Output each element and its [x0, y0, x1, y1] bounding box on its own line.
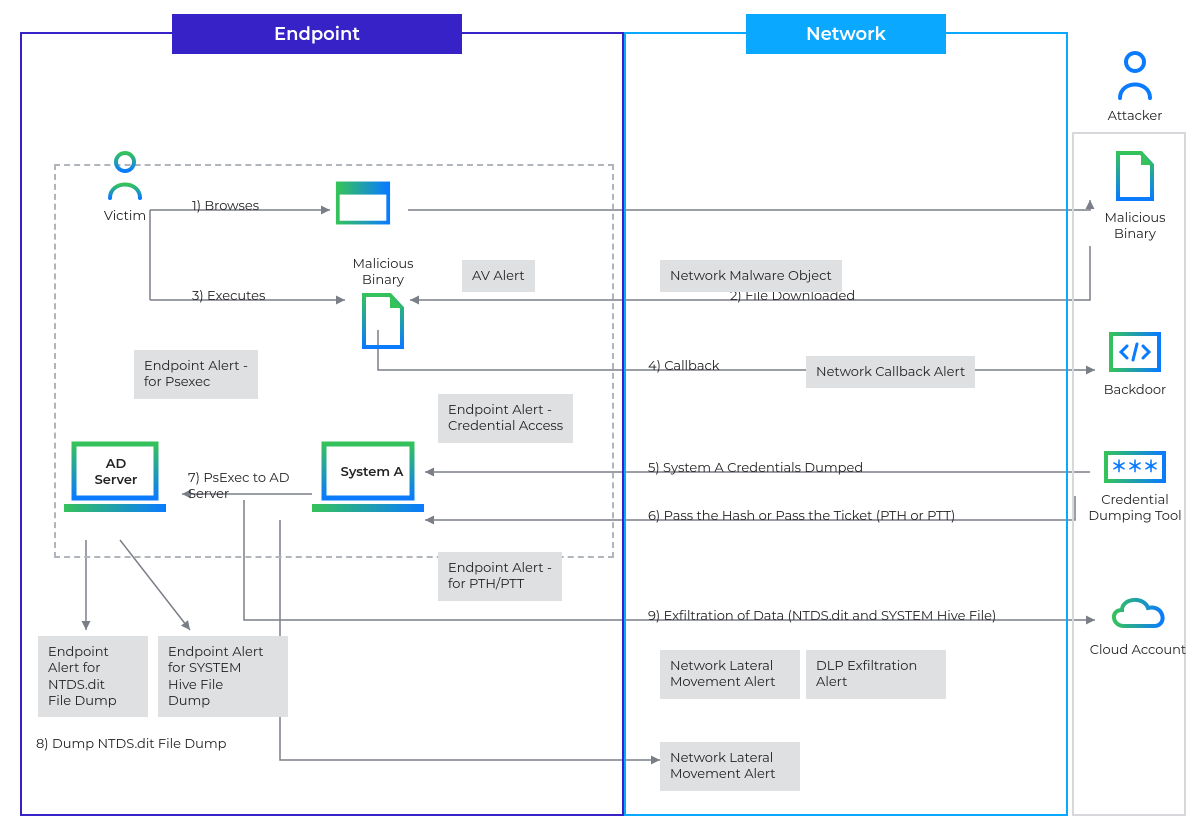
step-7: 7) PsExec to AD Server: [188, 470, 298, 502]
node-system-a: System A: [308, 438, 428, 522]
step-6: 6) Pass the Hash or Pass the Ticket (PTH…: [648, 508, 955, 524]
alert-endpoint-credential: Endpoint Alert - Credential Access: [438, 394, 573, 443]
alert-endpoint-pth: Endpoint Alert - for PTH/PTT: [438, 552, 562, 601]
node-sysa-label: System A: [336, 464, 408, 480]
node-ad-label: AD Server: [86, 456, 146, 488]
node-malbin-label: Malicious Binary: [348, 256, 418, 288]
diagram-stage: Endpoint Network Victim Malicious Binary: [0, 0, 1200, 831]
step-1: 1) Browses: [192, 198, 259, 214]
node-cloud-label: Cloud Account: [1088, 642, 1188, 658]
browser-icon: [335, 178, 391, 228]
node-browser: [335, 178, 391, 232]
node-credtool: ＊＊＊ Credential Dumping Tool: [1085, 450, 1185, 524]
alert-network-callback: Network Callback Alert: [806, 356, 975, 388]
node-ad-server: AD Server: [60, 438, 160, 522]
user-icon: [104, 150, 146, 200]
alert-lateral-1: Network Lateral Movement Alert: [660, 650, 800, 699]
file-icon: [1113, 150, 1157, 202]
alert-network-malware: Network Malware Object: [660, 260, 842, 292]
svg-text:＊＊＊: ＊＊＊: [1111, 458, 1159, 477]
step-5: 5) System A Credentials Dumped: [648, 460, 863, 476]
step-4: 4) Callback: [648, 358, 720, 374]
alert-system-hive: Endpoint Alert for SYSTEM Hive File Dump: [158, 636, 288, 717]
password-icon: ＊＊＊: [1103, 450, 1167, 484]
alert-ntds-dump: Endpoint Alert for NTDS.dit File Dump: [38, 636, 148, 717]
alert-endpoint-psexec: Endpoint Alert - for Psexec: [134, 350, 258, 399]
alert-lateral-2: Network Lateral Movement Alert: [660, 742, 800, 791]
code-icon: [1107, 330, 1163, 374]
node-malbin-side: Malicious Binary: [1095, 150, 1175, 242]
user-icon: [1114, 50, 1156, 100]
panel-network-title: Network: [746, 14, 946, 54]
node-victim: Victim: [95, 150, 155, 224]
alert-dlp: DLP Exfiltration Alert: [806, 650, 946, 699]
alert-av: AV Alert: [462, 260, 535, 292]
node-victim-label: Victim: [95, 208, 155, 224]
cloud-icon: [1104, 590, 1172, 634]
step-8: 8) Dump NTDS.dit File Dump: [36, 736, 227, 752]
node-credtool-label: Credential Dumping Tool: [1085, 492, 1185, 524]
panel-endpoint-title: Endpoint: [172, 14, 462, 54]
node-malicious-binary: Malicious Binary: [348, 252, 418, 354]
step-9: 9) Exfiltration of Data (NTDS.dit and SY…: [648, 608, 996, 624]
node-backdoor-label: Backdoor: [1095, 382, 1175, 398]
node-attacker: Attacker: [1100, 50, 1170, 124]
node-malbin-side-label: Malicious Binary: [1095, 210, 1175, 242]
step-3: 3) Executes: [192, 288, 265, 304]
node-backdoor: Backdoor: [1095, 330, 1175, 398]
node-attacker-label: Attacker: [1100, 108, 1170, 124]
file-icon: [358, 292, 408, 350]
node-cloud: Cloud Account: [1088, 590, 1188, 658]
